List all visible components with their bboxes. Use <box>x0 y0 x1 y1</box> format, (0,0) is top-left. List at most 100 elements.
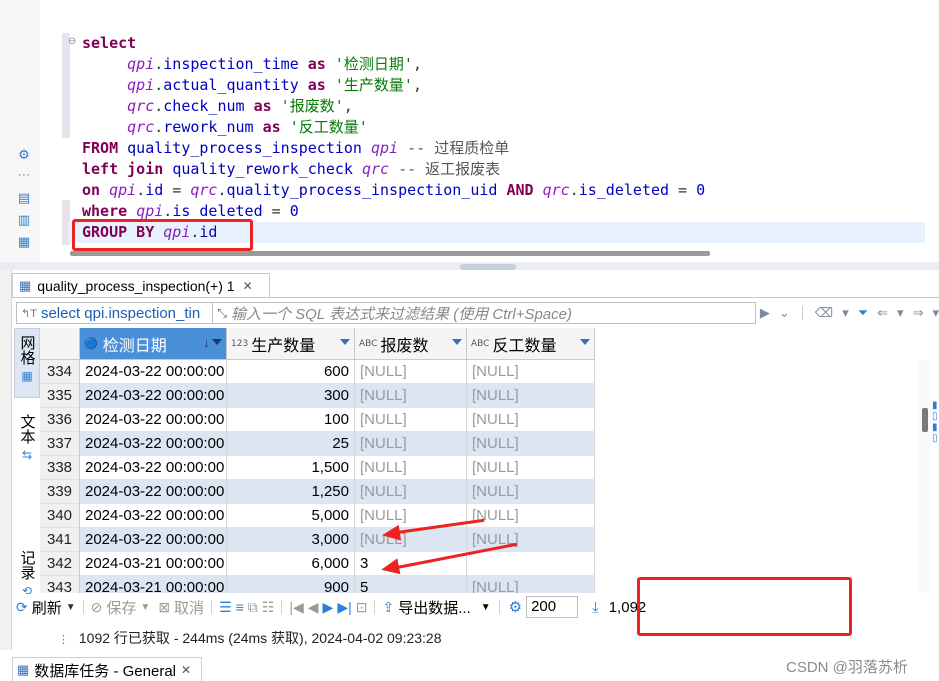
close-icon[interactable]: ✕ <box>243 279 253 293</box>
table-cell[interactable]: [NULL] <box>467 576 595 593</box>
table-cell[interactable]: [NULL] <box>355 360 467 384</box>
table-cell[interactable]: [NULL] <box>355 456 467 480</box>
back-icon[interactable]: ⇐ <box>877 305 888 321</box>
edit-row-icon[interactable]: ☰ <box>219 599 232 616</box>
table-row[interactable]: 336 2024-03-22 00:00:00 100 [NULL] [NULL] <box>40 408 595 432</box>
table-cell[interactable]: 5,000 <box>227 504 355 528</box>
code-line[interactable]: left join quality_rework_check qrc -- 返工… <box>82 159 925 180</box>
refresh-button[interactable]: ⟳ 刷新 ▼ <box>12 597 80 618</box>
last-page-icon[interactable]: ▶| <box>337 599 351 616</box>
filter-dropdown-icon[interactable]: ⌄ <box>779 305 790 321</box>
tab-text-view[interactable]: 文本 ⇆ <box>14 408 40 484</box>
code-line[interactable]: select <box>82 33 925 54</box>
table-cell[interactable]: 1,500 <box>227 456 355 480</box>
first-page-icon[interactable]: |◀ <box>289 599 303 616</box>
tab-database-tasks[interactable]: ▦ 数据库任务 - General ✕ <box>12 657 202 682</box>
eraser-icon[interactable]: ⌫ <box>815 305 833 321</box>
table-row[interactable]: 334 2024-03-22 00:00:00 600 [NULL] [NULL] <box>40 360 595 384</box>
result-grid[interactable]: 🔵 检测日期 ↓ 123 生产数量 ABC 报废数 ABC 反工数量 334 20… <box>40 328 920 593</box>
panel-divider-grip[interactable] <box>460 264 516 270</box>
next-page-icon[interactable]: ▶ <box>323 599 334 616</box>
chevron-down-icon[interactable]: ▾ <box>897 305 904 321</box>
table-cell[interactable]: 2024-03-22 00:00:00 <box>80 432 227 456</box>
row-number[interactable]: 339 <box>40 480 80 504</box>
fetch-size-input[interactable]: 200 <box>526 596 579 618</box>
table-row[interactable]: 340 2024-03-22 00:00:00 5,000 [NULL] [NULL] <box>40 504 595 528</box>
editor-horizontal-scrollbar[interactable] <box>70 251 710 256</box>
table-cell[interactable]: [NULL] <box>467 456 595 480</box>
code-line[interactable]: qpi.actual_quantity as '生产数量', <box>82 75 925 96</box>
tab-result-set[interactable]: ▦ quality_process_inspection(+) 1 ✕ <box>12 273 270 298</box>
add-row-icon[interactable]: ≡ <box>236 599 244 615</box>
code-line[interactable]: qrc.rework_num as '反工数量' <box>82 117 925 138</box>
query-text-field[interactable]: ↰T select qpi.inspection_tin <box>16 302 214 324</box>
previous-page-icon[interactable]: ◀ <box>308 599 319 616</box>
fetch-all-icon[interactable]: ⊡ <box>356 599 368 616</box>
table-row[interactable]: 338 2024-03-22 00:00:00 1,500 [NULL] [NULL] <box>40 456 595 480</box>
table-cell[interactable]: 2024-03-22 00:00:00 <box>80 408 227 432</box>
chevron-down-icon[interactable]: ▾ <box>842 305 849 321</box>
save-button[interactable]: ⊘ 保存 ▼ <box>87 597 155 618</box>
column-header-scrap[interactable]: ABC 报废数 <box>355 328 467 360</box>
table-cell[interactable]: 2024-03-21 00:00:00 <box>80 576 227 593</box>
row-number[interactable]: 340 <box>40 504 80 528</box>
table-cell[interactable]: 5 <box>355 576 467 593</box>
table-cell[interactable]: 25 <box>227 432 355 456</box>
table-cell[interactable]: 6,000 <box>227 552 355 576</box>
table-cell[interactable]: [NULL] <box>467 504 595 528</box>
sort-desc-icon[interactable]: ↓ <box>203 334 210 350</box>
delete-row-icon[interactable]: ☷ <box>262 599 275 616</box>
script-file-icon[interactable]: ▥ <box>15 212 33 230</box>
table-row[interactable]: 343 2024-03-21 00:00:00 900 5 [NULL] <box>40 576 595 593</box>
table-cell[interactable]: [NULL] <box>467 480 595 504</box>
column-header-inspection-date[interactable]: 🔵 检测日期 ↓ <box>80 328 227 360</box>
table-cell[interactable]: 900 <box>227 576 355 593</box>
table-cell[interactable]: 2024-03-22 00:00:00 <box>80 456 227 480</box>
table-cell[interactable]: 2024-03-22 00:00:00 <box>80 384 227 408</box>
table-row[interactable]: 342 2024-03-21 00:00:00 6,000 3 <box>40 552 595 576</box>
code-line[interactable]: FROM quality_process_inspection qpi -- 过… <box>82 138 925 159</box>
sql-file-icon[interactable]: ▦ <box>15 234 33 252</box>
row-number[interactable]: 342 <box>40 552 80 576</box>
execute-script-icon[interactable]: ▤ <box>15 190 33 208</box>
close-icon[interactable]: ✕ <box>181 663 191 677</box>
table-row[interactable]: 337 2024-03-22 00:00:00 25 [NULL] [NULL] <box>40 432 595 456</box>
table-cell[interactable]: 600 <box>227 360 355 384</box>
gear-icon[interactable]: ⚙ <box>15 147 33 165</box>
table-cell[interactable]: 2024-03-22 00:00:00 <box>80 360 227 384</box>
table-cell[interactable]: 2024-03-21 00:00:00 <box>80 552 227 576</box>
fold-toggle-icon[interactable]: ⊖ <box>68 36 76 47</box>
fetch-count-icon[interactable]: ⤓ <box>592 599 599 616</box>
row-number[interactable]: 336 <box>40 408 80 432</box>
table-cell[interactable] <box>467 552 595 576</box>
table-row[interactable]: 341 2024-03-22 00:00:00 3,000 [NULL] [NULL] <box>40 528 595 552</box>
filter-icon[interactable]: ⏷ <box>858 305 868 321</box>
code-line[interactable]: qpi.inspection_time as '检测日期', <box>82 54 925 75</box>
forward-icon[interactable]: ⇒ <box>913 305 924 321</box>
column-header-quantity[interactable]: 123 生产数量 <box>227 328 355 360</box>
table-cell[interactable]: [NULL] <box>467 360 595 384</box>
chevron-down-icon[interactable]: ▾ <box>932 305 939 321</box>
chevron-down-icon[interactable]: ▼ <box>481 602 491 613</box>
table-row[interactable]: 339 2024-03-22 00:00:00 1,250 [NULL] [NULL] <box>40 480 595 504</box>
filter-expression-input[interactable]: ⤡ 输入一个 SQL 表达式来过滤结果 (使用 Ctrl+Space) <box>213 302 756 324</box>
table-cell[interactable]: [NULL] <box>355 432 467 456</box>
chevron-down-icon[interactable] <box>340 339 350 345</box>
row-number[interactable]: 335 <box>40 384 80 408</box>
sql-editor[interactable]: ⚙ ⋯ ▤ ▥ ▦ ⊖ select qpi.inspection_time a… <box>0 0 939 262</box>
table-cell[interactable]: [NULL] <box>467 432 595 456</box>
table-cell[interactable]: 3,000 <box>227 528 355 552</box>
code-line[interactable]: on qpi.id = qrc.quality_process_inspecti… <box>82 180 925 201</box>
table-cell[interactable]: [NULL] <box>467 408 595 432</box>
chevron-down-icon[interactable]: ▼ <box>66 602 76 613</box>
chevron-down-icon[interactable]: ▼ <box>140 602 150 613</box>
row-number[interactable]: 341 <box>40 528 80 552</box>
table-cell[interactable]: [NULL] <box>467 384 595 408</box>
row-number[interactable]: 337 <box>40 432 80 456</box>
grid-vertical-scrollbar[interactable] <box>919 360 931 593</box>
code-content[interactable]: select qpi.inspection_time as '检测日期', qp… <box>68 33 925 243</box>
row-number[interactable]: 338 <box>40 456 80 480</box>
table-cell[interactable]: 2024-03-22 00:00:00 <box>80 528 227 552</box>
table-cell[interactable]: 1,250 <box>227 480 355 504</box>
fetch-settings-gear-icon[interactable]: ⚙ <box>509 598 522 616</box>
